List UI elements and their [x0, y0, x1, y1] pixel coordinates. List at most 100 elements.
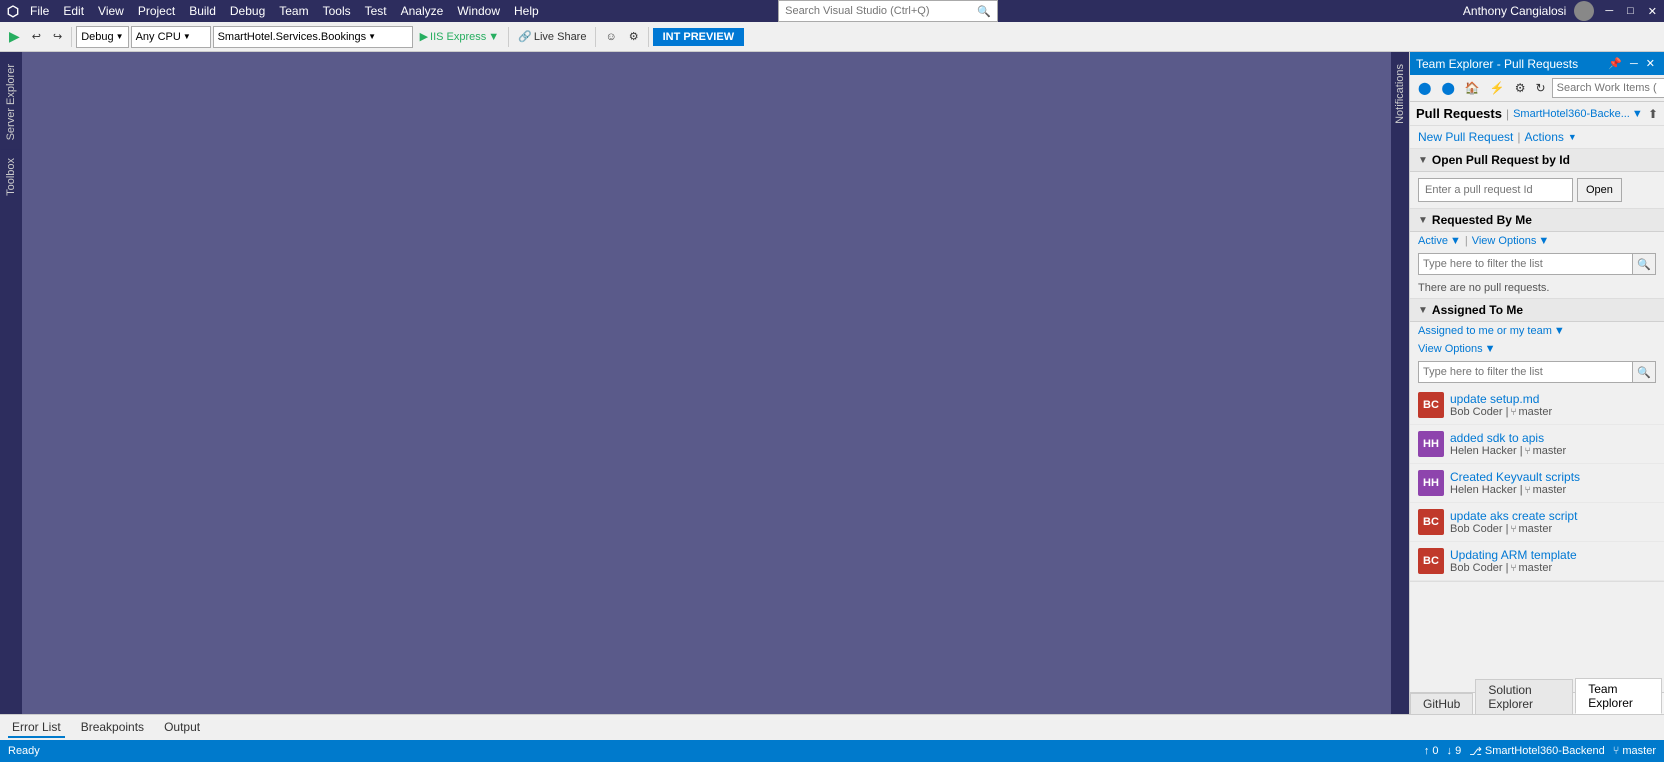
tool-tab-error-list[interactable]: Error List	[8, 718, 65, 738]
requested-by-me-section: ▼ Requested By Me Active ▼ | View Option…	[1410, 209, 1664, 299]
menu-edit[interactable]: Edit	[57, 2, 90, 20]
te-repo-dropdown[interactable]: SmartHotel360-Backe... ▼	[1513, 108, 1643, 120]
solution-config-dropdown[interactable]: Debug ▼	[76, 26, 128, 48]
menu-bar: ⬡ File Edit View Project Build Debug Tea…	[0, 0, 1664, 22]
tool-tab-output[interactable]: Output	[160, 718, 204, 738]
status-repo[interactable]: ⎇ SmartHotel360-Backend	[1469, 745, 1605, 758]
pr-title[interactable]: Updating ARM template	[1450, 548, 1656, 562]
restore-btn[interactable]: □	[1624, 4, 1637, 18]
notifications-tab[interactable]: Notifications	[1392, 56, 1408, 132]
te-title: Pull Requests	[1416, 106, 1502, 121]
pr-avatar: HH	[1418, 431, 1444, 457]
te-connect-btn[interactable]: ⚡	[1486, 79, 1509, 97]
requested-search-icon[interactable]: 🔍	[1633, 253, 1656, 275]
tab-solution-explorer[interactable]: Solution Explorer	[1475, 679, 1573, 714]
te-auto-hide-btn[interactable]: ─	[1627, 56, 1641, 71]
tool-tab-breakpoints[interactable]: Breakpoints	[77, 718, 148, 738]
menu-file[interactable]: File	[24, 2, 55, 20]
view-options-link[interactable]: View Options ▼	[1472, 235, 1550, 247]
te-search-input[interactable]	[1552, 78, 1664, 98]
te-pin-btn[interactable]: 📌	[1605, 56, 1625, 71]
te-expand-btn[interactable]: ⬆	[1648, 107, 1658, 121]
pr-info: update aks create script Bob Coder | ⑂ m…	[1450, 509, 1656, 535]
menu-analyze[interactable]: Analyze	[395, 2, 450, 20]
view-options-dropdown-icon: ▼	[1538, 235, 1549, 247]
sidebar-item-toolbox[interactable]: Toolbox	[1, 150, 21, 204]
menu-help[interactable]: Help	[508, 2, 545, 20]
menu-view[interactable]: View	[92, 2, 130, 20]
toolbar-separator-2	[508, 27, 509, 47]
assigned-view-options-link[interactable]: View Options ▼	[1418, 343, 1496, 355]
pr-meta: Bob Coder | ⑂ master	[1450, 406, 1656, 418]
menu-tools[interactable]: Tools	[317, 2, 357, 20]
pr-list-item[interactable]: BC update aks create script Bob Coder | …	[1410, 503, 1664, 542]
live-share-btn[interactable]: 🔗 Live Share	[513, 27, 591, 46]
vs-search-container: 🔍	[778, 0, 998, 22]
open-pr-section-body: Open	[1410, 172, 1664, 209]
open-pr-section-header[interactable]: ▼ Open Pull Request by Id	[1410, 149, 1664, 172]
pr-list-item[interactable]: BC Updating ARM template Bob Coder | ⑂ m…	[1410, 542, 1664, 581]
pr-title[interactable]: added sdk to apis	[1450, 431, 1656, 445]
te-forward-btn[interactable]: ⬤	[1437, 79, 1458, 97]
pr-list-item[interactable]: HH Created Keyvault scripts Helen Hacker…	[1410, 464, 1664, 503]
requested-by-me-header[interactable]: ▼ Requested By Me	[1410, 209, 1664, 232]
platform-dropdown[interactable]: Any CPU ▼	[131, 26, 211, 48]
minimize-btn[interactable]: ─	[1602, 4, 1616, 18]
assigned-to-me-header[interactable]: ▼ Assigned To Me	[1410, 299, 1664, 322]
te-back-btn[interactable]: ⬤	[1414, 79, 1435, 97]
pr-avatar: BC	[1418, 509, 1444, 535]
pr-title[interactable]: update aks create script	[1450, 509, 1656, 523]
te-settings-btn[interactable]: ⚙	[1511, 79, 1530, 97]
assigned-filter-link[interactable]: Assigned to me or my team ▼	[1418, 325, 1565, 337]
undo-btn[interactable]: ↩	[27, 27, 46, 46]
canvas-area	[22, 52, 1391, 714]
pr-meta: Bob Coder | ⑂ master	[1450, 523, 1656, 535]
feedback-btn[interactable]: ☺	[600, 28, 621, 46]
actions-link[interactable]: Actions	[1525, 130, 1564, 144]
pr-list-item[interactable]: HH added sdk to apis Helen Hacker | ⑂ ma…	[1410, 425, 1664, 464]
branch-icon: ⑂	[1511, 407, 1517, 418]
branch-name: master	[1622, 745, 1656, 757]
repo-name: SmartHotel360-Backend	[1485, 745, 1605, 757]
assigned-search-icon[interactable]: 🔍	[1633, 361, 1656, 383]
te-home-btn[interactable]: 🏠	[1461, 79, 1484, 97]
active-filter-link[interactable]: Active ▼	[1418, 235, 1461, 247]
tab-team-explorer[interactable]: Team Explorer	[1575, 678, 1662, 714]
pr-id-input[interactable]	[1418, 178, 1573, 202]
project-label: SmartHotel.Services.Bookings	[218, 31, 367, 43]
vs-search-input[interactable]	[785, 5, 973, 17]
section-collapse-icon-3: ▼	[1418, 305, 1428, 316]
ext-btn[interactable]: ⚙	[624, 27, 644, 46]
tab-github[interactable]: GitHub	[1410, 693, 1473, 714]
new-pull-request-link[interactable]: New Pull Request	[1418, 130, 1513, 144]
pr-title[interactable]: Created Keyvault scripts	[1450, 470, 1656, 484]
menu-test[interactable]: Test	[359, 2, 393, 20]
te-close-btn[interactable]: ✕	[1643, 56, 1658, 71]
menu-window[interactable]: Window	[451, 2, 506, 20]
run-iis-btn[interactable]: ▶ IIS Express ▼	[415, 27, 505, 46]
te-refresh-btn[interactable]: ↻	[1532, 79, 1550, 97]
branch-icon: ⑂	[1613, 745, 1620, 757]
menu-right: Anthony Cangialosi ─ □ ✕	[1463, 1, 1660, 21]
te-toolbar: ⬤ ⬤ 🏠 ⚡ ⚙ ↻ 🔍	[1410, 75, 1664, 102]
pr-open-button[interactable]: Open	[1577, 178, 1622, 202]
close-btn[interactable]: ✕	[1645, 4, 1660, 19]
pr-title[interactable]: update setup.md	[1450, 392, 1656, 406]
run-label: IIS Express	[430, 31, 486, 43]
menu-debug[interactable]: Debug	[224, 2, 271, 20]
user-name: Anthony Cangialosi	[1463, 4, 1566, 18]
start-btn[interactable]: ▶	[4, 25, 25, 48]
int-preview-btn[interactable]: INT PREVIEW	[653, 28, 745, 46]
pr-list-item[interactable]: BC update setup.md Bob Coder | ⑂ master	[1410, 386, 1664, 425]
menu-build[interactable]: Build	[183, 2, 222, 20]
menu-project[interactable]: Project	[132, 2, 181, 20]
requested-filter-input[interactable]	[1418, 253, 1633, 275]
chevron-down-icon-5: ▼	[1632, 108, 1643, 120]
menu-team[interactable]: Team	[273, 2, 314, 20]
redo-btn[interactable]: ↪	[48, 27, 67, 46]
status-branch[interactable]: ⑂ master	[1613, 745, 1656, 757]
project-dropdown[interactable]: SmartHotel.Services.Bookings ▼	[213, 26, 413, 48]
sidebar-item-server-explorer[interactable]: Server Explorer	[1, 56, 21, 148]
assigned-filter-input[interactable]	[1418, 361, 1633, 383]
pr-link-separator: |	[1517, 130, 1520, 144]
